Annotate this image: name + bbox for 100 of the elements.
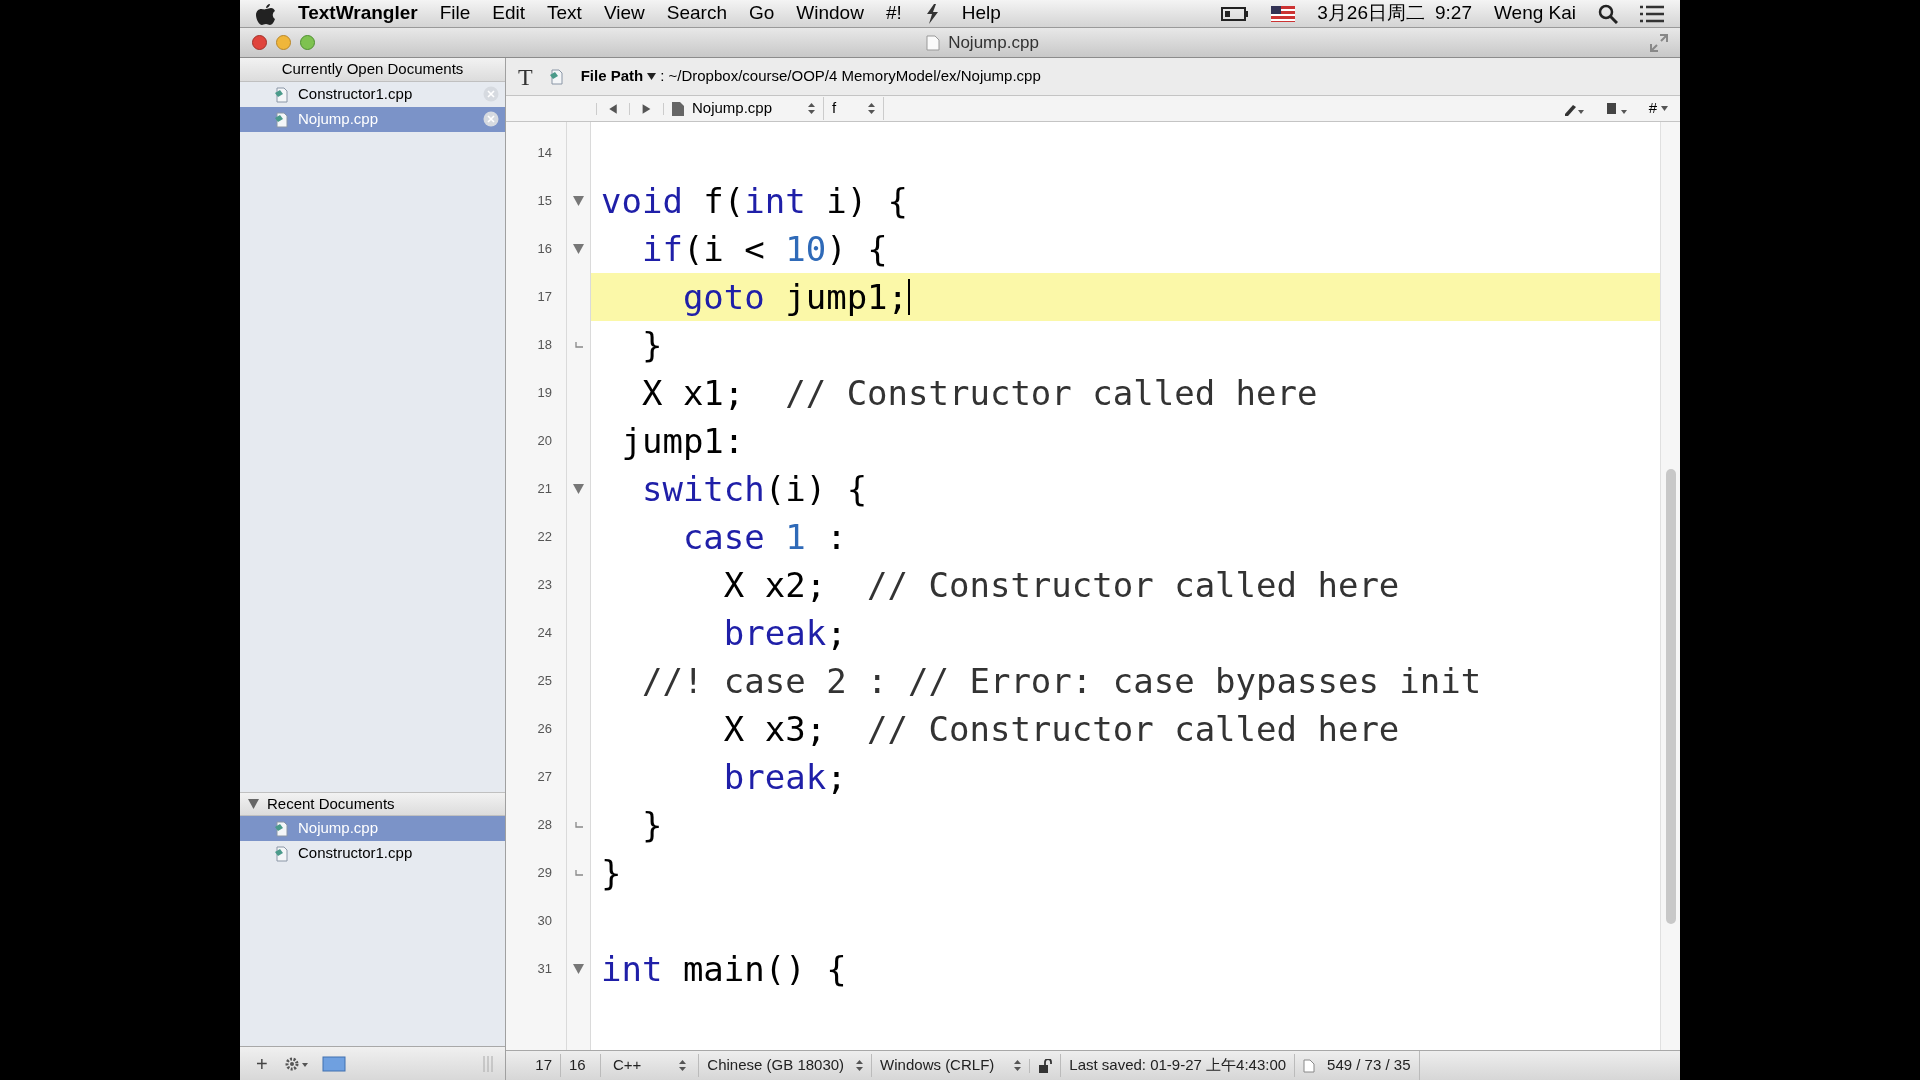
document-icon [274, 111, 290, 128]
menu-item[interactable]: Window [796, 0, 864, 28]
up-down-arrows-icon [856, 1060, 864, 1071]
line-number: 28 [537, 816, 552, 835]
code-line: if(i < 10) { [640, 227, 888, 271]
lock-icon[interactable] [1038, 1058, 1053, 1073]
code-line: case 1 : [681, 515, 847, 559]
gear-icon[interactable] [283, 1055, 310, 1072]
document-icon [274, 845, 290, 862]
close-window-button[interactable] [252, 35, 267, 50]
menu-item[interactable]: Text [547, 0, 582, 28]
resize-grip-icon[interactable] [483, 1055, 493, 1072]
user-name[interactable]: Weng Kai [1493, 0, 1576, 28]
code-line: jump1: [620, 419, 745, 463]
line-number: 25 [537, 672, 552, 691]
line-number: 30 [537, 912, 552, 931]
fold-triangle-icon[interactable] [573, 244, 584, 254]
file-path-menu[interactable]: File Path [580, 65, 644, 88]
up-down-arrows-icon [808, 103, 816, 114]
apple-logo-icon[interactable] [256, 2, 276, 25]
line-number: 31 [537, 960, 552, 979]
dropdown-caret-icon[interactable] [1661, 106, 1668, 111]
fold-triangle-icon[interactable] [573, 484, 584, 494]
menu-item[interactable]: Search [666, 0, 727, 28]
document-icon [548, 68, 565, 85]
line-number: 19 [537, 384, 552, 403]
last-saved-text: Last saved: 01-9-27 上午4:43:00 [1060, 1054, 1295, 1077]
line-number: 24 [537, 624, 552, 643]
battery-icon[interactable] [1221, 5, 1250, 22]
line-number: 23 [537, 576, 552, 595]
dropdown-caret-icon[interactable] [647, 73, 657, 80]
menu-item[interactable]: View [603, 0, 645, 28]
document-icon [926, 34, 941, 51]
document-counts: 549 / 73 / 35 [1327, 1055, 1411, 1076]
code-line: } [601, 851, 622, 895]
file-path: : ~/Dropbox/course/OOP/4 MemoryModel/ex/Nojump.cpp [660, 66, 1041, 87]
file-menu[interactable]: Nojump.cpp [664, 97, 825, 120]
section-header: Recent Documents [267, 793, 395, 814]
line-number: 21 [537, 480, 552, 499]
function-menu[interactable]: f [824, 97, 885, 120]
window-title: Nojump.cpp [948, 31, 1039, 54]
line-number: 16 [537, 240, 552, 259]
line-number: 14 [537, 144, 552, 163]
encoding-menu[interactable]: Chinese (GB 18030) [698, 1054, 872, 1077]
line-number: 22 [537, 528, 552, 547]
line-number: 26 [537, 720, 552, 739]
code-line: } [640, 803, 663, 847]
code-line: break; [722, 611, 847, 655]
line-indicator: 17 [534, 1055, 553, 1076]
add-button[interactable]: + [252, 1048, 272, 1079]
code-line: //! case 2 : // Error: case bypasses init [640, 659, 1482, 703]
code-line: void f(int i) { [601, 179, 909, 223]
panel-icon[interactable] [321, 1055, 346, 1072]
line-number: 27 [537, 768, 552, 787]
scroll-thumb[interactable] [1665, 469, 1676, 924]
fullscreen-icon[interactable] [1650, 33, 1668, 52]
menu-item[interactable]: File [439, 0, 471, 28]
menu-date[interactable]: 3月26日周二 [1317, 0, 1425, 28]
flag-icon[interactable] [1271, 5, 1296, 22]
line-endings-menu[interactable]: Windows (CRLF) [871, 1054, 1030, 1077]
line-number: 29 [537, 864, 552, 883]
language-menu[interactable]: C++ [600, 1054, 699, 1077]
code-line: int main() { [601, 947, 847, 991]
back-icon[interactable] [596, 102, 630, 115]
menu-item[interactable]: Go [748, 0, 775, 28]
line-number: 20 [537, 432, 552, 451]
code-line: switch(i) { [640, 467, 868, 511]
code-line: X x1; // Constructor called here [640, 371, 1318, 415]
code-line: X x3; // Constructor called here [722, 707, 1400, 751]
list-icon[interactable] [1640, 3, 1664, 24]
menu-item[interactable]: Edit [492, 0, 526, 28]
menu-item[interactable]: Help [961, 0, 1001, 28]
document-icon [1303, 1058, 1316, 1073]
section-header: Currently Open Documents [240, 58, 505, 82]
fold-triangle-icon[interactable] [573, 196, 584, 206]
up-down-arrows-icon [1014, 1060, 1022, 1071]
fold-triangle-icon[interactable] [573, 964, 584, 974]
text-tool-button[interactable]: T [518, 58, 533, 95]
search-icon[interactable] [1598, 3, 1618, 24]
code-line: } [640, 323, 663, 367]
document-item[interactable]: Constructor1.cpp [240, 841, 505, 866]
menu-item[interactable]: #! [885, 0, 902, 28]
document-icon [274, 86, 290, 103]
close-icon[interactable] [483, 111, 499, 127]
code-line: X x2; // Constructor called here [722, 563, 1400, 607]
vertical-scrollbar[interactable] [1660, 122, 1680, 1050]
documents-icon[interactable] [1604, 101, 1629, 116]
column-indicator: 16 [560, 1054, 600, 1077]
disclosure-triangle-icon[interactable] [248, 799, 259, 809]
line-number: 15 [537, 192, 552, 211]
menu-clock[interactable]: 9:27 [1435, 0, 1472, 28]
line-number: 18 [537, 336, 552, 355]
app-menu[interactable]: TextWrangler [298, 0, 418, 28]
document-icon [274, 820, 290, 837]
line-number: 17 [537, 288, 552, 307]
up-down-arrows-icon [868, 103, 876, 114]
document-item[interactable]: Constructor1.cpp [240, 82, 505, 107]
markers-menu[interactable]: # [1648, 97, 1668, 120]
zoom-window-button[interactable] [300, 35, 315, 50]
code-line: break; [722, 755, 847, 799]
